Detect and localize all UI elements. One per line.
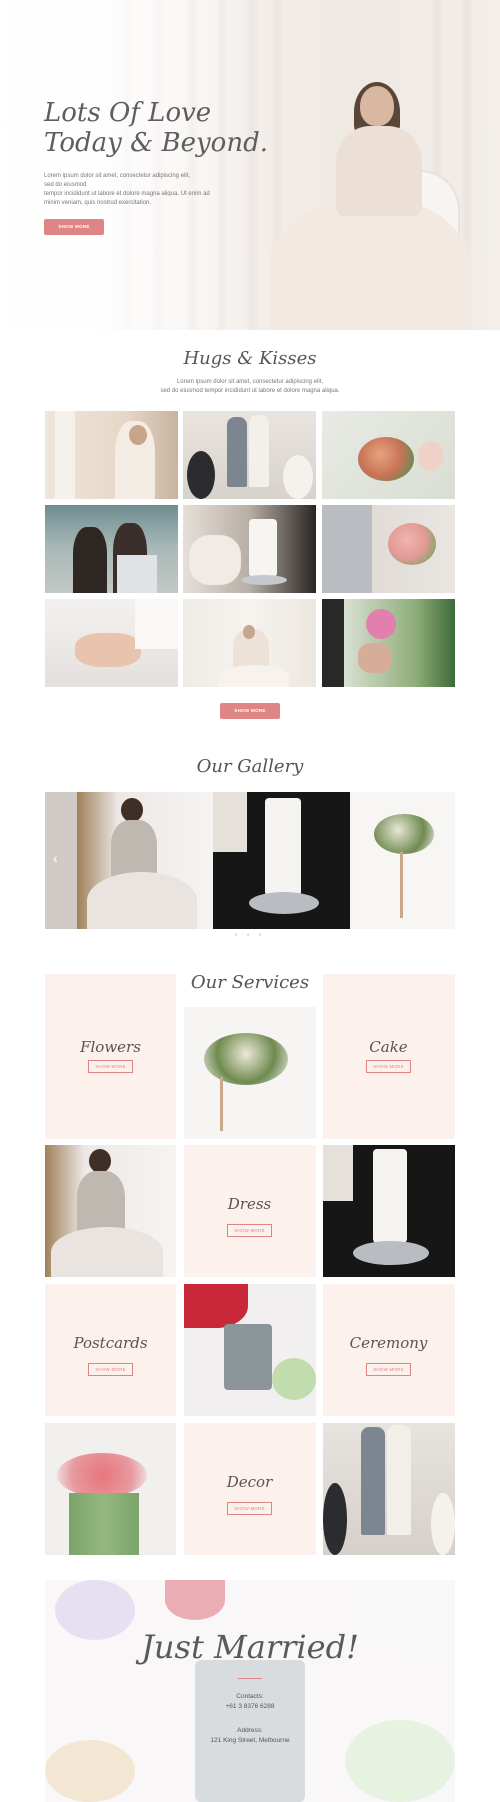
service-photo-carnations xyxy=(45,1423,176,1555)
hero-text-line: tempor incididunt ut labore et dolore ma… xyxy=(44,191,210,197)
hugs-text-line: sed do eiusmod tempor incididunt ut labo… xyxy=(160,388,340,394)
hero-text-line: Lorem ipsum dolor sit amet, consectetur … xyxy=(44,173,191,179)
gallery-title: Our Gallery xyxy=(196,756,304,777)
gallery-slide-cake[interactable] xyxy=(213,792,350,929)
contacts-label: Contacts: xyxy=(236,1693,264,1700)
hero-text-line: minim veniam, quis nostrud exercitation. xyxy=(44,200,152,206)
hero-title-line: Today & Beyond. xyxy=(44,128,268,158)
hugs-title: Hugs & Kisses xyxy=(183,348,317,369)
photo-bouquet[interactable] xyxy=(322,411,455,499)
hero-section xyxy=(0,0,500,330)
gallery-dots[interactable]: • • • xyxy=(0,933,500,939)
hugs-description: Lorem ipsum dolor sit amet, consectetur … xyxy=(100,378,400,396)
service-show-more-button[interactable]: Show More xyxy=(366,1363,411,1376)
photo-bride-flowers[interactable] xyxy=(322,599,455,687)
service-name: Dress xyxy=(227,1195,272,1213)
service-name: Ceremony xyxy=(349,1334,428,1352)
address-text: 121 King Street, Melbourne xyxy=(210,1737,290,1744)
photo-couple-kiss[interactable] xyxy=(45,505,178,593)
service-photo-cake xyxy=(323,1145,455,1277)
service-card-dress: Dress Show More xyxy=(184,1145,316,1277)
just-married-title: Just Married! xyxy=(141,1628,359,1666)
photo-bride-chair[interactable] xyxy=(183,599,316,687)
chevron-left-icon[interactable]: ‹ xyxy=(53,850,58,866)
service-photo-flowers xyxy=(184,1007,316,1139)
just-married-section xyxy=(45,1580,455,1802)
hero-text-line: sed do eiusmod xyxy=(44,182,87,188)
hero-title: Lots Of Love Today & Beyond. xyxy=(44,98,268,158)
photo-couple-stairs[interactable] xyxy=(183,411,316,499)
service-photo-couple xyxy=(323,1423,455,1555)
gallery-slide-bride[interactable] xyxy=(77,792,213,929)
photo-cake-cutting[interactable] xyxy=(183,505,316,593)
divider xyxy=(238,1678,262,1679)
gallery-slider[interactable]: ‹ xyxy=(45,792,455,929)
service-card-decor: Decor Show More xyxy=(184,1423,316,1555)
phone-number[interactable]: +61 3 8376 6288 xyxy=(0,1703,500,1710)
service-name: Cake xyxy=(369,1038,408,1056)
address-label: Address: xyxy=(237,1727,263,1734)
gallery-slide-flowers[interactable] xyxy=(350,792,455,929)
hero-bride-image xyxy=(270,82,470,330)
service-name: Postcards xyxy=(73,1334,148,1352)
hugs-text-line: Lorem ipsum dolor sit amet, consectetur … xyxy=(176,379,324,385)
photo-hands[interactable] xyxy=(45,599,178,687)
service-card-ceremony: Ceremony Show More xyxy=(323,1284,455,1416)
service-show-more-button[interactable]: Show More xyxy=(88,1363,133,1376)
service-photo-postcards xyxy=(184,1284,316,1416)
service-show-more-button[interactable]: Show More xyxy=(88,1060,133,1073)
hero-overlay xyxy=(0,0,260,330)
service-name: Decor xyxy=(226,1473,273,1491)
hero-description: Lorem ipsum dolor sit amet, consectetur … xyxy=(44,172,234,208)
service-show-more-button[interactable]: Show More xyxy=(227,1502,272,1515)
service-show-more-button[interactable]: Show More xyxy=(366,1060,411,1073)
photo-bride-veil[interactable] xyxy=(45,411,178,499)
service-photo-bride xyxy=(45,1145,176,1277)
service-name: Flowers xyxy=(80,1038,141,1056)
service-show-more-button[interactable]: Show More xyxy=(227,1224,272,1237)
hero-show-more-button[interactable]: Show More xyxy=(44,219,104,235)
hugs-show-more-button[interactable]: Show More xyxy=(220,703,280,719)
photo-bride-bouquet[interactable] xyxy=(322,505,455,593)
service-card-postcards: Postcards Show More xyxy=(45,1284,176,1416)
hero-title-line: Lots Of Love xyxy=(44,98,212,128)
gallery-slide-peek xyxy=(45,792,77,929)
service-card-flowers: Flowers Show More xyxy=(45,974,176,1139)
service-card-cake: Cake Show More xyxy=(323,974,455,1139)
